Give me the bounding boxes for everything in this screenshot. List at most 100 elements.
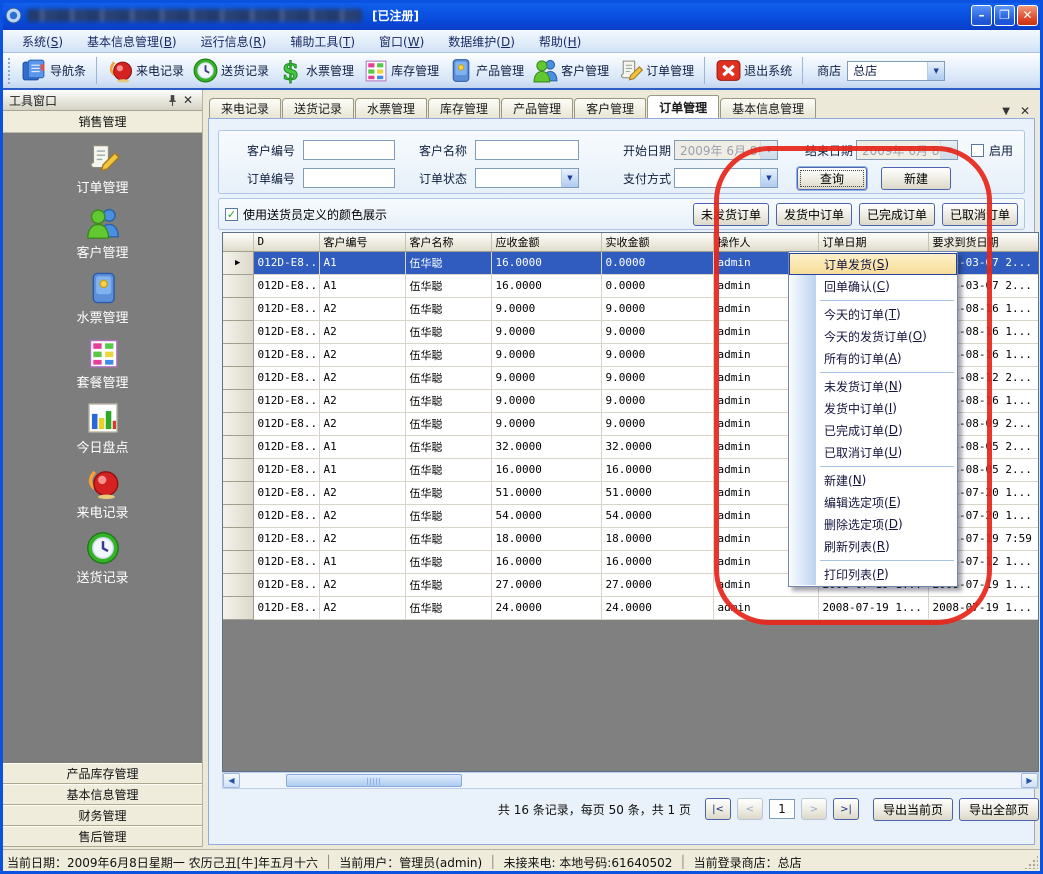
status-button-发货中订单[interactable]: 发货中订单: [776, 203, 852, 226]
context-menu-item-删除选定项[interactable]: 删除选定项(D): [789, 513, 957, 535]
status-button-已取消订单[interactable]: 已取消订单: [942, 203, 1018, 226]
pay-method-select[interactable]: ▼: [674, 168, 778, 188]
tab-来电记录[interactable]: 来电记录: [209, 98, 281, 118]
scrollbar-thumb[interactable]: [286, 774, 462, 787]
sidebar-section-sales[interactable]: 销售管理: [3, 111, 202, 133]
sidebar-item-chart[interactable]: 今日盘点: [3, 400, 202, 456]
column-header[interactable]: 订单日期: [818, 233, 928, 251]
column-header[interactable]: 应收金额: [491, 233, 601, 251]
row-header-cell[interactable]: [223, 320, 253, 343]
column-header[interactable]: 操作人: [713, 233, 818, 251]
close-button[interactable]: ✕: [1017, 5, 1038, 26]
context-menu-item-发货中订单[interactable]: 发货中订单(I): [789, 397, 957, 419]
sidebar-item-product-book[interactable]: 水票管理: [3, 270, 202, 326]
toolbar-button-delivery-clock[interactable]: 送货记录: [188, 55, 273, 86]
tab-客户管理[interactable]: 客户管理: [574, 98, 646, 118]
sidebar-item-order-scroll[interactable]: 订单管理: [3, 140, 202, 196]
sidebar-section-bar[interactable]: 基本信息管理: [3, 784, 202, 805]
column-header[interactable]: 实收金额: [601, 233, 713, 251]
export-all-pages-button[interactable]: 导出全部页: [959, 798, 1039, 821]
context-menu-item-打印列表[interactable]: 打印列表(P): [789, 563, 957, 585]
row-header-cell[interactable]: [223, 274, 253, 297]
page-number-input[interactable]: 1: [769, 799, 795, 819]
pin-icon[interactable]: [164, 92, 180, 108]
tab-list-dropdown-icon[interactable]: ▼: [1002, 106, 1010, 117]
chevron-down-icon[interactable]: ▼: [760, 141, 777, 159]
context-menu-item-今天的订单[interactable]: 今天的订单(T): [789, 303, 957, 325]
toolbar-button-dollar[interactable]: $水票管理: [273, 55, 358, 86]
last-page-button[interactable]: >|: [833, 798, 859, 820]
next-page-button[interactable]: >: [801, 798, 827, 820]
context-menu-item-所有的订单[interactable]: 所有的订单(A): [789, 347, 957, 369]
scroll-left-icon[interactable]: ◀: [223, 773, 240, 788]
query-button[interactable]: 查询: [797, 167, 867, 190]
tab-基本信息管理[interactable]: 基本信息管理: [720, 98, 816, 118]
row-header-cell[interactable]: [223, 412, 253, 435]
row-header-cell[interactable]: [223, 504, 253, 527]
prev-page-button[interactable]: <: [737, 798, 763, 820]
table-row[interactable]: 012D-E8...A2伍华聪24.000024.0000admin2008-0…: [223, 596, 1039, 619]
menubar-item[interactable]: 系统(S): [10, 30, 75, 53]
menubar-item[interactable]: 运行信息(R): [189, 30, 279, 53]
column-header[interactable]: 要求到货日期: [928, 233, 1039, 251]
row-header-cell[interactable]: [223, 389, 253, 412]
sidebar-item-call-bell[interactable]: 来电记录: [3, 465, 202, 521]
row-header-cell[interactable]: [223, 343, 253, 366]
context-menu-item-编辑选定项[interactable]: 编辑选定项(E): [789, 491, 957, 513]
column-header[interactable]: 客户名称: [405, 233, 491, 251]
menubar-item[interactable]: 数据维护(D): [436, 30, 527, 53]
row-header-cell[interactable]: ▶: [223, 251, 253, 274]
tab-产品管理[interactable]: 产品管理: [501, 98, 573, 118]
row-header-cell[interactable]: [223, 481, 253, 504]
chevron-down-icon[interactable]: ▼: [927, 62, 944, 80]
sidebar-section-bar[interactable]: 产品库存管理: [3, 763, 202, 784]
enable-checkbox[interactable]: [971, 144, 984, 157]
context-menu-item-已完成订单[interactable]: 已完成订单(D): [789, 419, 957, 441]
toolbar-grip[interactable]: [8, 58, 13, 84]
context-menu-item-刷新列表[interactable]: 刷新列表(R): [789, 535, 957, 557]
status-button-未发货订单[interactable]: 未发货订单: [693, 203, 769, 226]
order-status-select[interactable]: ▼: [475, 168, 579, 188]
toolbar-button-inventory-grid[interactable]: 库存管理: [358, 55, 443, 86]
menubar-item[interactable]: 辅助工具(T): [278, 30, 367, 53]
sidebar-item-customers[interactable]: 客户管理: [3, 205, 202, 261]
row-header-cell[interactable]: [223, 435, 253, 458]
customer-no-input[interactable]: [303, 140, 395, 160]
start-date-picker[interactable]: 2009年 6月 8日 ▼: [674, 140, 778, 160]
row-header-cell[interactable]: [223, 596, 253, 619]
toolbar-button-customers[interactable]: 客户管理: [528, 55, 613, 86]
scroll-right-icon[interactable]: ▶: [1021, 773, 1038, 788]
tab-close-icon[interactable]: ✕: [1020, 104, 1030, 118]
toolbar-button-product-book[interactable]: 产品管理: [443, 55, 528, 86]
context-menu-item-新建[interactable]: 新建(N): [789, 469, 957, 491]
sidebar-section-bar[interactable]: 售后管理: [3, 826, 202, 847]
toolbar-button-navigator-book[interactable]: 导航条: [17, 55, 90, 86]
tab-订单管理[interactable]: 订单管理: [647, 95, 719, 118]
context-menu-item-今天的发货订单[interactable]: 今天的发货订单(O): [789, 325, 957, 347]
context-menu-item-订单发货[interactable]: 订单发货(S): [789, 253, 957, 275]
chevron-down-icon[interactable]: ▼: [760, 169, 777, 187]
new-button[interactable]: 新建: [881, 167, 951, 190]
sidebar-section-bar[interactable]: 财务管理: [3, 805, 202, 826]
chevron-down-icon[interactable]: ▼: [940, 141, 957, 159]
row-header-cell[interactable]: [223, 573, 253, 596]
tab-送货记录[interactable]: 送货记录: [282, 98, 354, 118]
menubar-item[interactable]: 帮助(H): [527, 30, 593, 53]
row-header-cell[interactable]: [223, 550, 253, 573]
row-header-cell[interactable]: [223, 366, 253, 389]
end-date-picker[interactable]: 2009年 6月 8日 ▼: [856, 140, 958, 160]
context-menu-item-回单确认[interactable]: 回单确认(C): [789, 275, 957, 297]
tab-库存管理[interactable]: 库存管理: [428, 98, 500, 118]
column-header[interactable]: 客户编号: [319, 233, 405, 251]
close-icon[interactable]: ✕: [180, 92, 196, 108]
toolbar-button-exit[interactable]: 退出系统: [711, 55, 796, 86]
menubar-item[interactable]: 窗口(W): [367, 30, 436, 53]
toolbar-button-order-scroll[interactable]: 订单管理: [613, 55, 698, 86]
column-header[interactable]: D: [253, 233, 319, 251]
store-combobox[interactable]: 总店 ▼: [847, 61, 945, 81]
context-menu-item-已取消订单[interactable]: 已取消订单(U): [789, 441, 957, 463]
tab-水票管理[interactable]: 水票管理: [355, 98, 427, 118]
status-button-已完成订单[interactable]: 已完成订单: [859, 203, 935, 226]
sidebar-item-delivery-clock[interactable]: 送货记录: [3, 530, 202, 586]
customer-name-input[interactable]: [475, 140, 579, 160]
